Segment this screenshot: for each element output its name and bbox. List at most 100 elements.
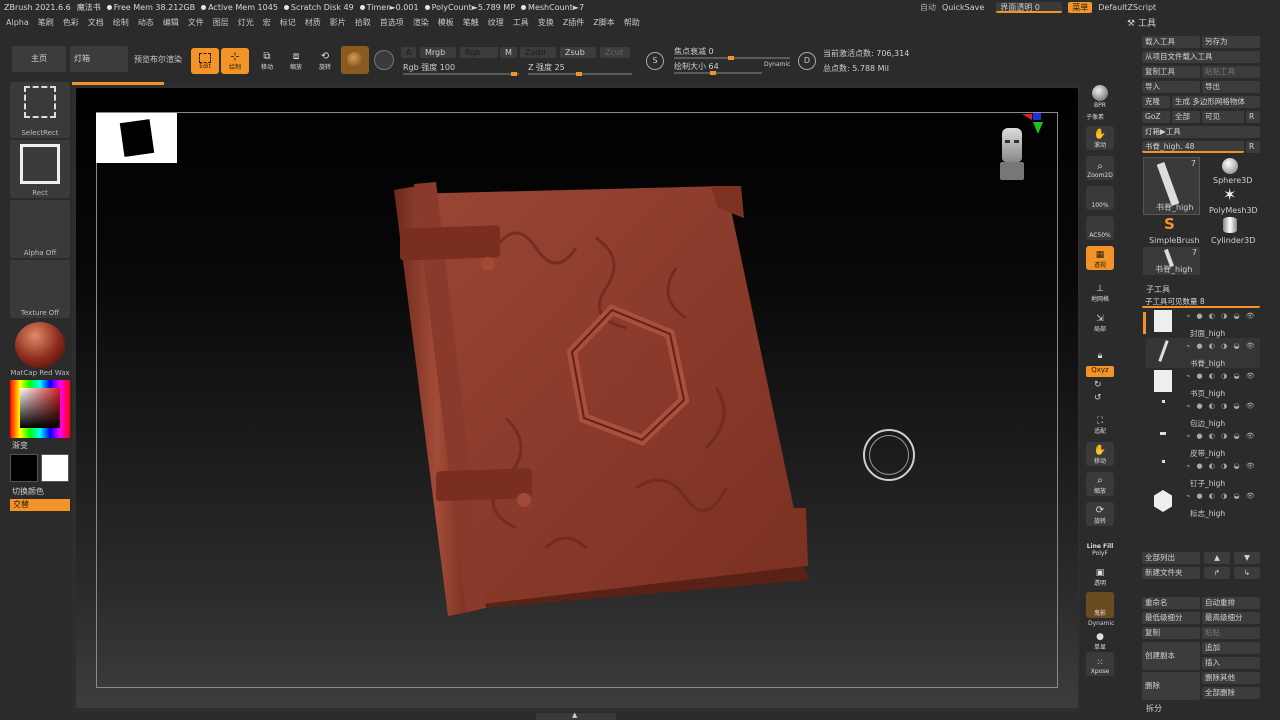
goz-r-button[interactable]: R [1246, 111, 1260, 123]
color-picker[interactable] [10, 380, 70, 438]
move-up-button[interactable]: ▲ [1204, 552, 1230, 564]
new-folder-button[interactable]: 新建文件夹 [1142, 567, 1200, 579]
scale-button[interactable]: ⧈ 缩放 [282, 48, 310, 74]
menu-item-texture[interactable]: 纹理 [488, 17, 504, 28]
rgb-intensity-slider[interactable] [403, 72, 519, 76]
menu-item-tool[interactable]: 工具 [513, 17, 529, 28]
frame-button[interactable]: ⛶ 适配 [1086, 412, 1114, 436]
tool-thumb-polymesh3d[interactable]: ✶ PolyMesh3D [1203, 185, 1260, 215]
menu-item-material[interactable]: 材质 [305, 17, 321, 28]
copy-tool-button[interactable]: 复制工具 [1142, 66, 1200, 78]
subtool-visible-count-slider[interactable]: 子工具可见数量 8 [1142, 296, 1260, 308]
arrow-up-right-button[interactable]: ↱ [1204, 567, 1230, 579]
menu-item-zscript[interactable]: Z脚本 [593, 17, 614, 28]
subtool-controls[interactable]: ⌁ ● ◐ ◑ ◒ 👁︎ [1186, 402, 1257, 410]
scroll-button[interactable]: ✋ 滚动 [1086, 126, 1114, 150]
z-intensity-slider[interactable] [528, 72, 632, 76]
menu-item-stroke[interactable]: 笔触 [463, 17, 479, 28]
xpose-button[interactable]: ⁙ Xpose [1086, 652, 1114, 676]
export-button[interactable]: 导出 [1202, 81, 1260, 93]
bottom-tray-handle[interactable]: ▲ [536, 711, 616, 720]
ghost-button[interactable]: 鬼影 [1086, 592, 1114, 618]
subtool-item[interactable]: ⌁ ● ◐ ◑ ◒ 👁︎ 标志_high [1146, 488, 1260, 518]
subpixel-label[interactable]: 子像素 [1086, 112, 1104, 121]
menu-item-movie-dynamic[interactable]: 动态 [138, 17, 154, 28]
rotate-z-icon[interactable]: ↺ [1094, 393, 1102, 403]
highest-subdiv-button[interactable]: 最高级细分 [1202, 612, 1260, 624]
edit-button[interactable]: Edit [191, 48, 219, 74]
transparent-button[interactable]: ▣ 透明 [1086, 564, 1114, 588]
lock-icon[interactable]: 🔒︎ [1086, 338, 1114, 362]
bpr-preview-button[interactable]: 预览布尔渲染 [134, 54, 182, 65]
menu-item-marker[interactable]: 标记 [280, 17, 296, 28]
tool-thumb-spine-2[interactable]: 7 书脊_high [1143, 247, 1200, 275]
alternate-button[interactable]: 交替 [10, 499, 70, 511]
paste-button[interactable]: 粘贴 [1202, 627, 1260, 639]
switch-color-button[interactable]: 切换颜色 [12, 486, 44, 497]
subtool-controls[interactable]: ⌁ ● ◐ ◑ ◒ 👁︎ [1186, 462, 1257, 470]
insert-button[interactable]: 插入 [1202, 657, 1260, 669]
menu-item-transform[interactable]: 变换 [538, 17, 554, 28]
move-down-button[interactable]: ▼ [1234, 552, 1260, 564]
subtool-item[interactable]: ⌁ ● ◐ ◑ ◒ 👁︎ 皮带_high [1146, 428, 1260, 458]
paste-tool-button[interactable]: 粘贴工具 [1202, 66, 1260, 78]
draw-button[interactable]: ⊹ 绘制 [221, 48, 249, 74]
linefill-button[interactable]: Line Fill PolyF [1086, 532, 1114, 558]
goz-all-button[interactable]: 全部 [1172, 111, 1200, 123]
menu-item-draw[interactable]: 绘制 [113, 17, 129, 28]
select-rect-brush-button[interactable]: SelectRect [10, 82, 70, 138]
rotate-button[interactable]: ⟲ 旋转 [311, 48, 339, 74]
subtool-controls[interactable]: ⌁ ● ◐ ◑ ◒ 👁︎ [1186, 312, 1257, 320]
menu-item-picker[interactable]: 拾取 [355, 17, 371, 28]
move-button[interactable]: ⧉ 移动 [253, 48, 281, 74]
menu-item-layer[interactable]: 图层 [213, 17, 229, 28]
move-view-button[interactable]: ✋ 移动 [1086, 442, 1114, 466]
load-from-project-button[interactable]: 从项目文件载入工具 [1142, 51, 1260, 63]
s-button[interactable]: S [646, 52, 664, 70]
menu-item-brush[interactable]: 笔刷 [38, 17, 54, 28]
subtool-controls[interactable]: ⌁ ● ◐ ◑ ◒ 👁︎ [1186, 342, 1257, 350]
focal-shift-slider[interactable] [674, 56, 790, 60]
menu-item-zplugin[interactable]: Z插件 [563, 17, 584, 28]
tool-thumb-cylinder3d[interactable]: Cylinder3D [1203, 217, 1260, 245]
actual-size-button[interactable]: 100% [1086, 186, 1114, 210]
menu-item-render[interactable]: 渲染 [413, 17, 429, 28]
tool-thumb-simplebrush[interactable]: S SimpleBrush [1143, 215, 1200, 245]
gradient-label[interactable]: 渐变 [12, 440, 28, 451]
solo-button[interactable]: ● 单显 [1086, 628, 1114, 652]
auto-reorder-button[interactable]: 自动重排 [1202, 597, 1260, 609]
zsub-button[interactable]: Zsub [560, 47, 596, 58]
delete-all-button[interactable]: 全部删除 [1202, 687, 1260, 699]
zoom2d-button[interactable]: ⌕ Zoom2D [1086, 156, 1114, 180]
d-button[interactable]: D [798, 52, 816, 70]
local-button[interactable]: ⇲ 局部 [1086, 310, 1114, 334]
subtool-title[interactable]: 子工具 [1146, 284, 1170, 295]
subtool-controls[interactable]: ⌁ ● ◐ ◑ ◒ 👁︎ [1186, 492, 1257, 500]
menu-item-macro[interactable]: 宏 [263, 17, 271, 28]
menu-item-preferences[interactable]: 首选项 [380, 17, 404, 28]
menu-item-movie[interactable]: 影片 [330, 17, 346, 28]
zadd-button[interactable]: Zadd [520, 47, 556, 58]
lowest-subdiv-button[interactable]: 最低级细分 [1142, 612, 1200, 624]
menu-item-document[interactable]: 文档 [88, 17, 104, 28]
alpha-off-button[interactable]: Alpha Off [10, 200, 70, 258]
subtool-item[interactable]: ⌁ ● ◐ ◑ ◒ 👁︎ 钉子_high [1146, 458, 1260, 488]
matcap-button[interactable]: MatCap Red Wax [10, 320, 70, 378]
menu-item-file[interactable]: 文件 [188, 17, 204, 28]
texture-off-button[interactable]: Texture Off [10, 260, 70, 318]
make-polymesh-button[interactable]: 生成 多边形网格物体 [1172, 96, 1260, 108]
delete-other-button[interactable]: 删除其他 [1202, 672, 1260, 684]
dynamic-button[interactable]: Dynamic [764, 61, 790, 68]
home-button[interactable]: 主页 [12, 46, 66, 72]
color-square[interactable] [20, 388, 60, 428]
secondary-color-swatch[interactable] [41, 454, 69, 482]
tool-thumb-sphere3d[interactable]: Sphere3D [1203, 157, 1260, 185]
material-swatch-button[interactable] [341, 46, 369, 74]
zoom3d-button[interactable]: ⌕ 缩放 [1086, 472, 1114, 496]
menu-item-color[interactable]: 色彩 [63, 17, 79, 28]
lightbox-button[interactable]: 灯箱 [70, 46, 128, 72]
rename-button[interactable]: 重命名 [1142, 597, 1200, 609]
arrow-down-right-button[interactable]: ↳ [1234, 567, 1260, 579]
clone-button[interactable]: 克隆 [1142, 96, 1170, 108]
half-size-button[interactable]: AC50% [1086, 216, 1114, 240]
